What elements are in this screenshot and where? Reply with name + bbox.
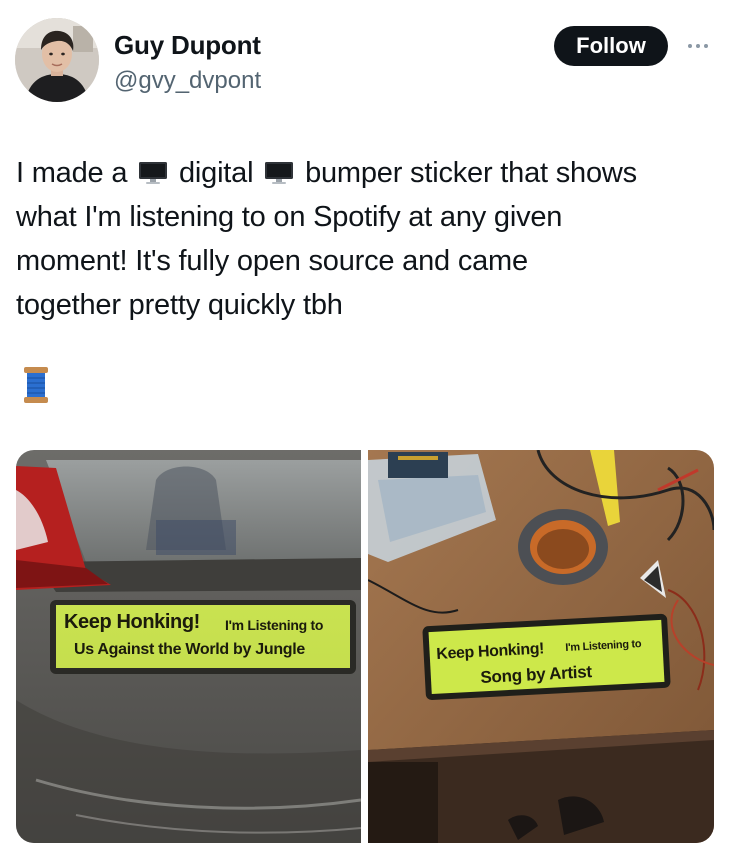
author-handle[interactable]: @gvy_dvpont	[114, 67, 261, 95]
tweet-text-segment: digital	[178, 157, 254, 189]
more-options-icon[interactable]	[680, 36, 716, 56]
tweet-text-segment: bumper sticker that shows	[305, 157, 637, 189]
tweet-text-line-1: I made a digital bumper sticker that sho…	[16, 151, 721, 195]
sticker-now-playing: Us Against the World by Jungle	[74, 641, 306, 658]
photo-car-bumper[interactable]: Keep Honking! I'm Listening to Us Agains…	[16, 450, 361, 843]
author-name[interactable]: Guy Dupont	[114, 30, 261, 61]
avatar-image	[15, 18, 99, 102]
media-gallery: Keep Honking! I'm Listening to Us Agains…	[16, 450, 714, 843]
desktop-computer-icon	[139, 162, 168, 184]
sticker-headline: Keep Honking!	[64, 611, 200, 633]
follow-button[interactable]: Follow	[554, 26, 668, 66]
avatar[interactable]	[15, 18, 99, 102]
tweet: Guy Dupont @gvy_dvpont Follow I made a d…	[0, 0, 730, 862]
tweet-text-line-2: what I'm listening to on Spotify at any …	[16, 201, 563, 233]
sticker-subline: I'm Listening to	[225, 617, 324, 633]
tweet-text-line-3: moment! It's fully open source and came	[16, 245, 528, 277]
tweet-text-line-4: together pretty quickly tbh	[16, 289, 343, 321]
tweet-text: I made a digital bumper sticker that sho…	[16, 151, 721, 327]
spool-of-thread-icon	[24, 367, 48, 403]
desktop-computer-icon	[265, 162, 294, 184]
tweet-text-segment: I made a	[16, 157, 128, 189]
photo-desk[interactable]: Keep Honking! I'm Listening to Song by A…	[368, 450, 714, 843]
